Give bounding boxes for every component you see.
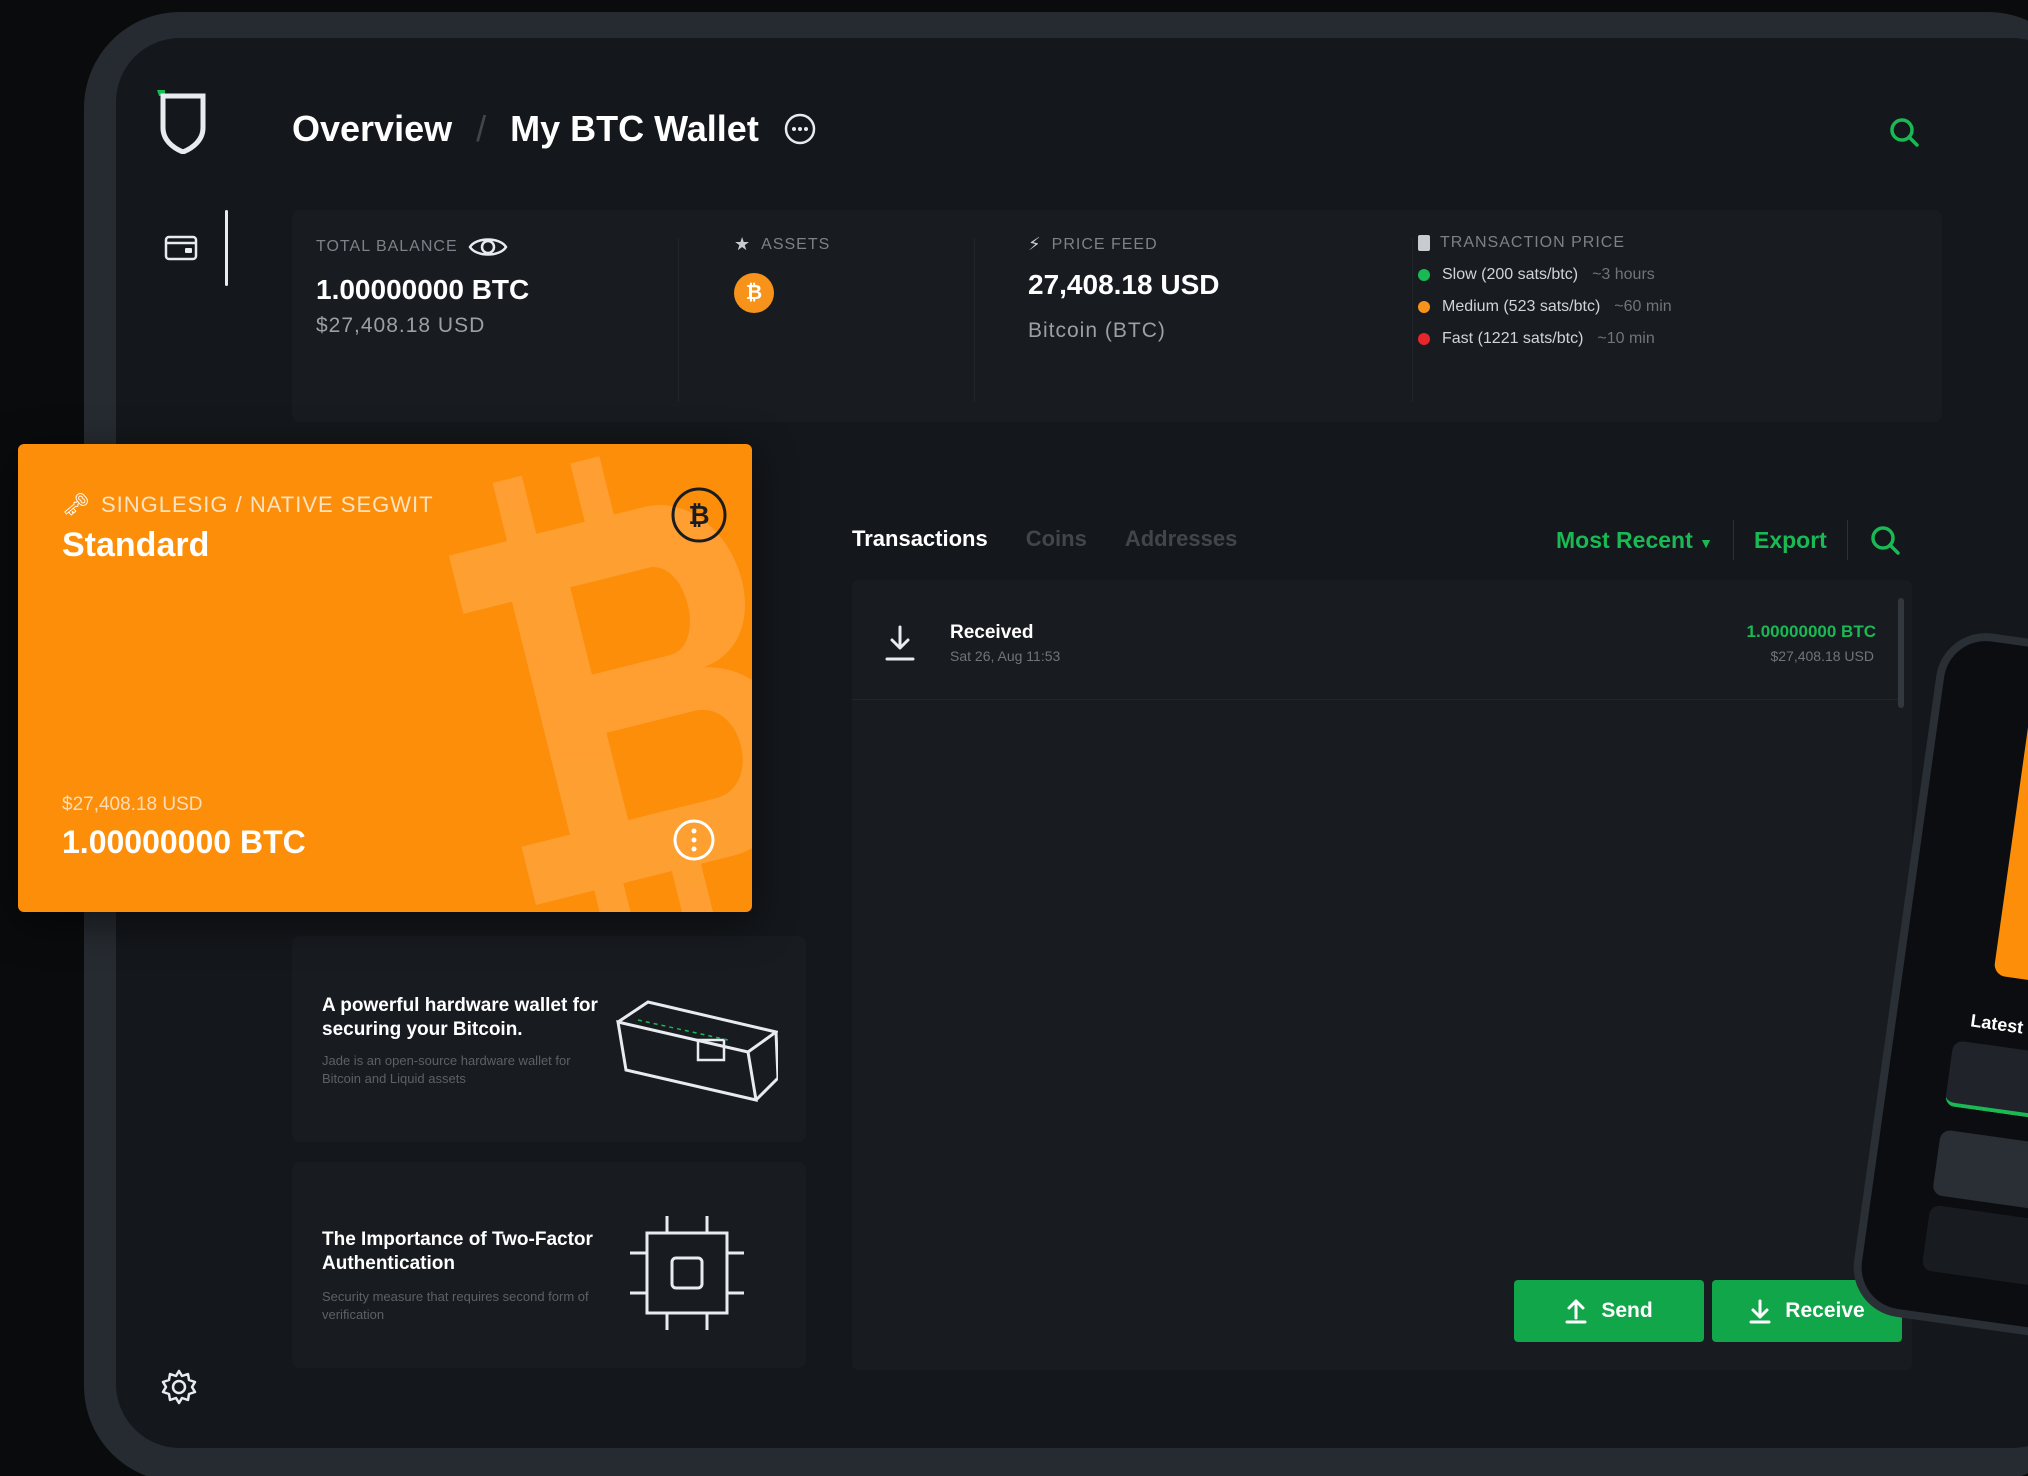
fee-status-dot (1418, 333, 1430, 345)
mobile-list-item (1944, 1040, 2028, 1134)
fee-status-dot (1418, 269, 1430, 281)
transactions-list: Received Sat 26, Aug 11:53 1.00000000 BT… (852, 580, 1912, 1370)
breadcrumb: Overview / My BTC Wallet (292, 108, 817, 150)
eye-icon[interactable] (468, 234, 508, 260)
export-button[interactable]: Export (1754, 527, 1827, 554)
promo-title: A powerful hardware wallet for securing … (322, 995, 598, 1040)
fee-status-dot (1418, 301, 1430, 313)
tab-addresses[interactable]: Addresses (1125, 526, 1238, 552)
wallet-card-btc: 1.00000000 BTC (62, 824, 306, 860)
total-balance-usd: $27,408.18 USD (316, 314, 486, 337)
divider (1733, 520, 1734, 560)
promo-card-hardware-wallet[interactable]: A powerful hardware wallet for securing … (292, 936, 806, 1142)
breadcrumb-wallet-name: My BTC Wallet (510, 108, 759, 149)
divider (1412, 238, 1413, 402)
send-label: Send (1601, 1299, 1653, 1322)
promo-title: The Importance of Two-Factor Authenticat… (322, 1229, 593, 1274)
wallet-card[interactable]: 🗝 SINGLESIG / NATIVE SEGWIT Standard ₿ $… (18, 444, 752, 912)
settings-gear-icon[interactable] (160, 1368, 198, 1406)
breadcrumb-overview[interactable]: Overview (292, 108, 452, 150)
fee-time: ~60 min (1614, 298, 1672, 315)
wallet-type-label: SINGLESIG / NATIVE SEGWIT (100, 492, 434, 517)
divider (1846, 520, 1848, 560)
promo-description: Jade is an open-source hardware wallet f… (322, 1053, 571, 1086)
tab-bar: Transactions Coins Addresses (852, 526, 1237, 552)
sort-label: Most Recent (1556, 526, 1693, 553)
price-feed-asset: Bitcoin (BTC) (1028, 319, 1166, 342)
promo-card-two-factor[interactable]: The Importance of Two-Factor Authenticat… (292, 1162, 806, 1368)
tab-coins[interactable]: Coins (1026, 526, 1087, 552)
lightning-icon: ⚡ (1028, 234, 1042, 254)
fee-icon (1418, 235, 1430, 251)
fee-option-fast[interactable]: Fast (1221 sats/btc) ~10 min (1418, 330, 1672, 348)
tx-amount-btc: 1.00000000 BTC (1746, 622, 1876, 641)
price-feed-section: ⚡ PRICE FEED 27,408.18 USD Bitcoin (BTC) (1028, 234, 1219, 343)
sort-dropdown[interactable]: Most Recent ▼ (1556, 527, 1713, 554)
fee-time: ~3 hours (1592, 266, 1655, 283)
bitcoin-asset-icon[interactable]: ₿ (734, 273, 774, 313)
key-icon: 🗝 (62, 492, 91, 517)
chip-icon (630, 1216, 744, 1330)
promo-description: Security measure that requires second fo… (322, 1289, 589, 1322)
tx-amount-usd: $27,408.18 USD (1770, 648, 1874, 664)
overview-panel: TOTAL BALANCE 1.00000000 BTC $27,408.18 … (292, 210, 1942, 422)
fee-label: Slow (200 sats/btc) (1442, 266, 1579, 283)
assets-label: ASSETS (761, 235, 831, 253)
more-options-icon[interactable] (783, 112, 817, 146)
transaction-tools: Most Recent ▼ Export (1556, 520, 1902, 560)
wallet-card-usd: $27,408.18 USD (62, 794, 203, 815)
fee-option-medium[interactable]: Medium (523 sats/btc) ~60 min (1418, 298, 1672, 316)
breadcrumb-separator: / (476, 108, 487, 149)
fee-label: Fast (1221 sats/btc) (1442, 330, 1584, 347)
price-feed-label: PRICE FEED (1051, 235, 1158, 253)
mobile-latest-label: Latest (1969, 1010, 2025, 1038)
search-icon[interactable] (1886, 114, 1922, 150)
transactions-search-icon[interactable] (1868, 523, 1902, 557)
wallet-card-type: 🗝 SINGLESIG / NATIVE SEGWIT (62, 492, 434, 518)
bitcoin-icon: ₿ (671, 487, 727, 543)
total-balance-btc: 1.00000000 BTC (316, 274, 530, 305)
wallet-card-name: Standard (62, 526, 210, 564)
total-balance-label: TOTAL BALANCE (316, 238, 458, 255)
scrollbar[interactable] (1898, 598, 1904, 708)
transaction-price-section: TRANSACTION PRICE Slow (200 sats/btc) ~3… (1418, 234, 1672, 348)
divider (678, 238, 679, 402)
received-arrow-icon (885, 625, 915, 661)
mobile-list-item (1921, 1204, 2028, 1298)
fee-label: Medium (523 sats/btc) (1442, 298, 1601, 315)
svg-text:₿: ₿ (688, 501, 709, 531)
transaction-price-label: TRANSACTION PRICE (1440, 234, 1626, 251)
caret-down-icon: ▼ (1699, 534, 1713, 551)
fee-option-slow[interactable]: Slow (200 sats/btc) ~3 hours (1418, 266, 1672, 284)
table-row[interactable]: Received Sat 26, Aug 11:53 1.00000000 BT… (852, 580, 1898, 700)
star-icon: ★ (734, 234, 752, 254)
tab-transactions[interactable]: Transactions (852, 526, 988, 552)
send-button[interactable]: Send (1514, 1280, 1704, 1342)
upload-icon (1565, 1299, 1587, 1324)
receive-label: Receive (1785, 1299, 1865, 1322)
mobile-wallet-card (1993, 707, 2028, 1003)
divider (974, 238, 975, 402)
fee-time: ~10 min (1597, 330, 1655, 347)
nav-active-indicator (225, 210, 228, 286)
tx-date: Sat 26, Aug 11:53 (950, 648, 1061, 664)
price-feed-value: 27,408.18 USD (1028, 269, 1220, 300)
total-balance-section: TOTAL BALANCE 1.00000000 BTC $27,408.18 … (316, 234, 529, 338)
assets-section: ★ ASSETS ₿ (734, 234, 830, 313)
wallet-icon[interactable] (164, 234, 198, 262)
kebab-menu-icon[interactable] (672, 818, 716, 862)
hardware-wallet-icon (616, 1000, 778, 1102)
download-icon (1749, 1299, 1771, 1324)
app-logo-icon (157, 90, 206, 154)
tx-type: Received (950, 622, 1034, 643)
